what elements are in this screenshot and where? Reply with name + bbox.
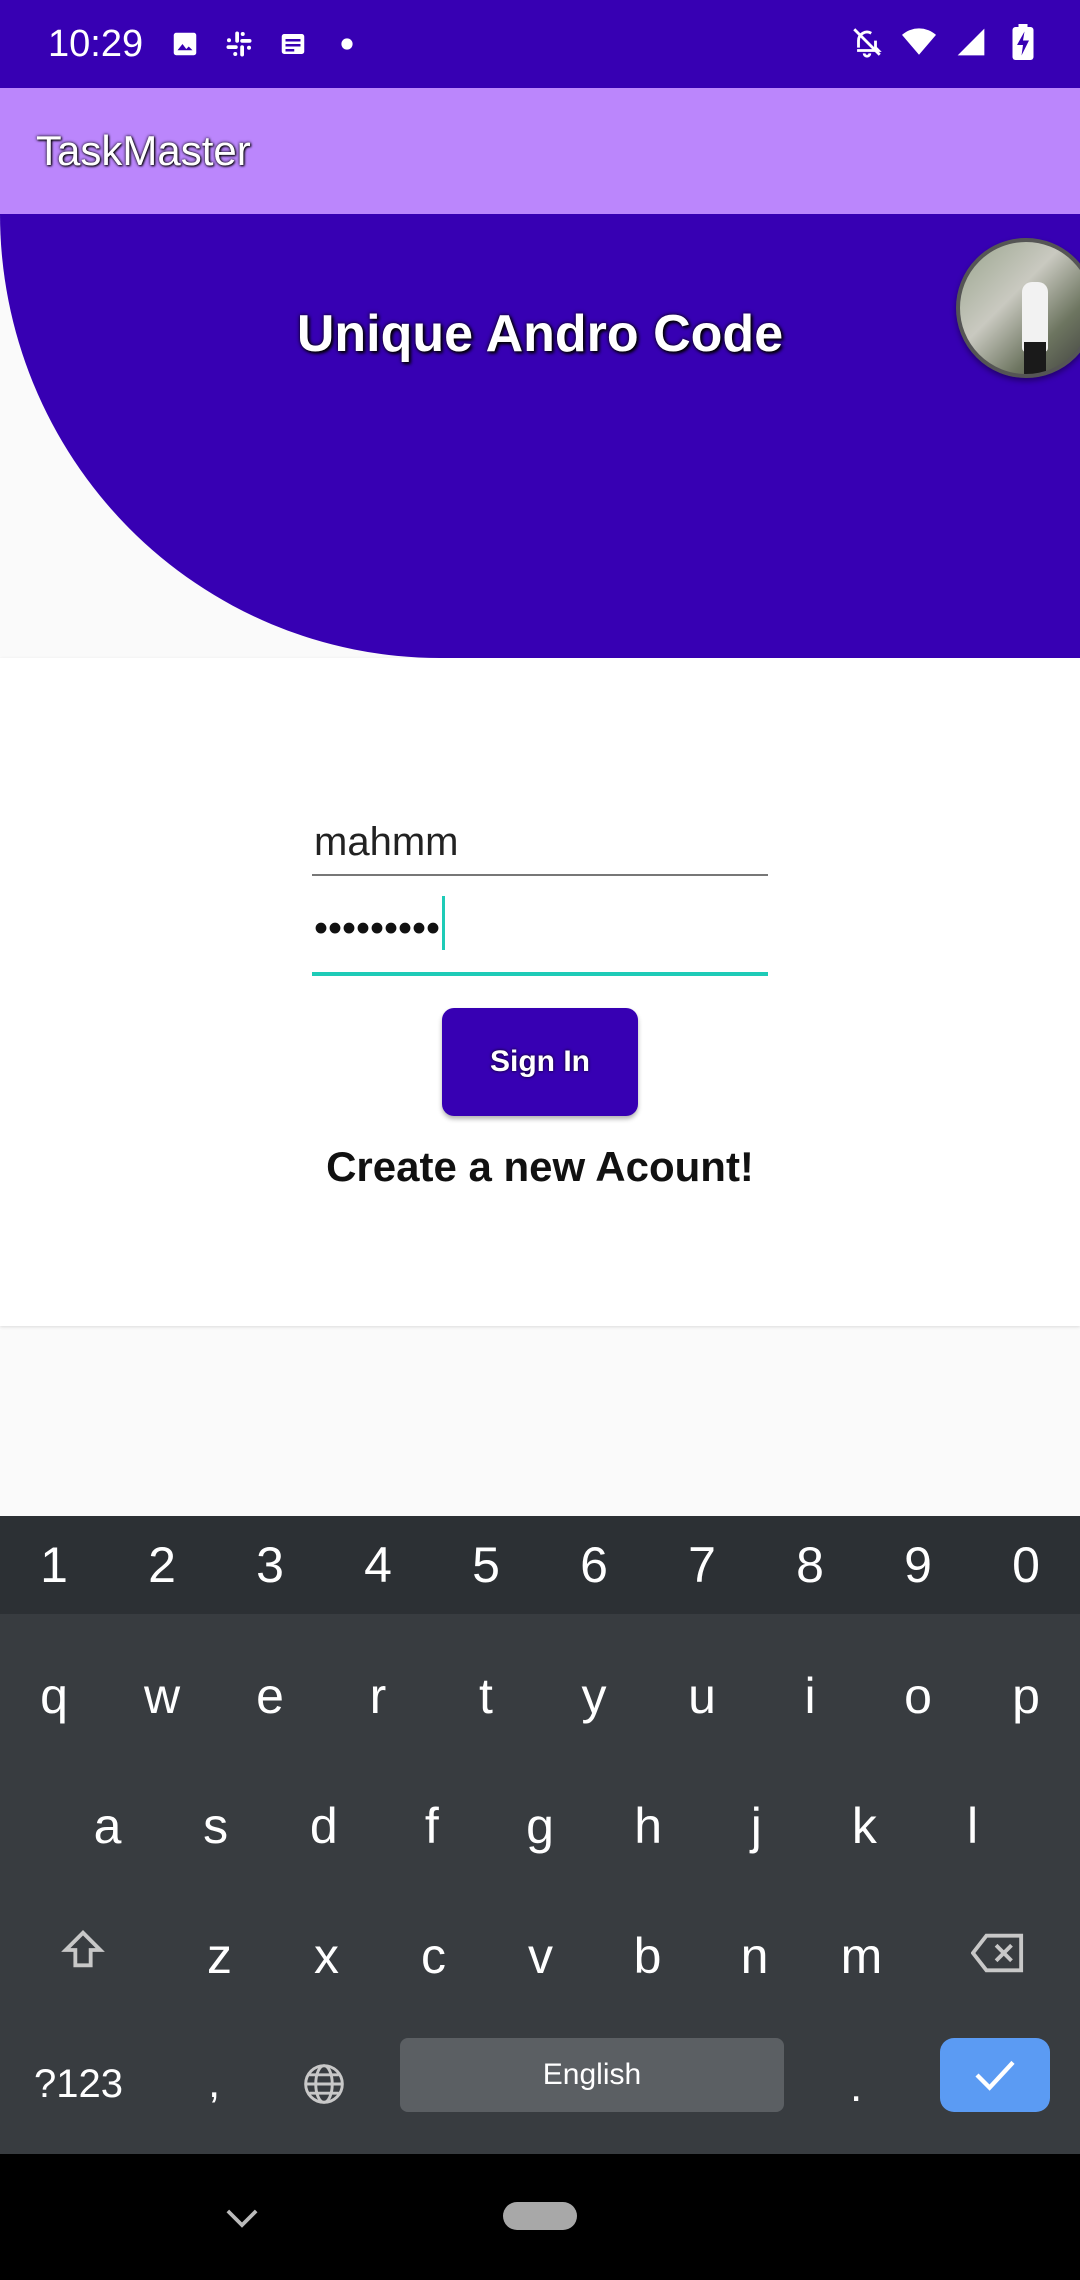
shift-icon [61,1930,105,1968]
key-h[interactable]: h [595,1796,702,1856]
key-o[interactable]: o [865,1666,972,1726]
password-dots: ••••••••• [314,906,441,951]
key-5[interactable]: 5 [433,1535,540,1595]
key-7[interactable]: 7 [649,1535,756,1595]
period-key[interactable]: . [850,2062,862,2112]
key-0[interactable]: 0 [973,1535,1080,1595]
key-y[interactable]: y [541,1666,648,1726]
keyboard-number-row: 1 2 3 4 5 6 7 8 9 0 [0,1516,1080,1614]
create-account-link[interactable]: Create a new Acount! [0,1142,1080,1192]
key-3[interactable]: 3 [217,1535,324,1595]
comma-key[interactable]: , [208,2058,220,2108]
header-curve [0,214,1080,658]
key-v[interactable]: v [487,1926,594,1986]
key-9[interactable]: 9 [865,1535,972,1595]
backspace-icon [969,1933,1023,1973]
status-time: 10:29 [48,23,144,65]
image-icon [168,26,202,62]
symbols-key[interactable]: ?123 [34,2062,123,2107]
slack-icon [222,26,256,62]
language-globe-key[interactable] [302,2062,346,2111]
key-1[interactable]: 1 [1,1535,108,1595]
text-caret [442,896,446,950]
key-a[interactable]: a [54,1796,161,1856]
key-z[interactable]: z [166,1926,273,1986]
key-8[interactable]: 8 [757,1535,864,1595]
system-icons [850,24,1040,60]
wifi-icon [902,24,936,60]
key-r[interactable]: r [325,1666,432,1726]
username-field[interactable]: mahmm [312,806,768,876]
space-key[interactable]: English [400,2038,784,2112]
header-title: Unique Andro Code [296,305,784,363]
key-n[interactable]: n [701,1926,808,1986]
key-q[interactable]: q [1,1666,108,1726]
key-2[interactable]: 2 [109,1535,216,1595]
key-b[interactable]: b [594,1926,701,1986]
navigation-bar [0,2154,1080,2280]
checkmark-icon [975,2060,1015,2091]
signal-icon [954,24,988,60]
username-value: mahmm [314,820,459,864]
login-card: mahmm ••••••••• Sign In Create a new Aco… [0,658,1080,1326]
notification-icons [168,26,364,62]
key-d[interactable]: d [270,1796,377,1856]
key-e[interactable]: e [217,1666,324,1726]
soft-keyboard: 1 2 3 4 5 6 7 8 9 0 q w e r t y u i o p … [0,1516,1080,2154]
dot-icon [330,26,364,62]
globe-icon [304,2064,344,2104]
password-value: ••••••••• [314,896,446,958]
status-bar: 10:29 [0,0,1080,88]
nav-back-button[interactable] [222,2198,262,2238]
keyboard-row-zxcv: z x c v b n m [0,1906,1080,2006]
app-bar: TaskMaster [0,88,1080,214]
key-x[interactable]: x [273,1926,380,1986]
key-f[interactable]: f [378,1796,485,1856]
key-c[interactable]: c [380,1926,487,1986]
header-banner: Unique Andro Code [0,214,1080,658]
app-title: TaskMaster [36,127,251,174]
key-6[interactable]: 6 [541,1535,648,1595]
battery-charging-icon [1006,24,1040,60]
key-u[interactable]: u [649,1666,756,1726]
keyboard-row-qwerty: q w e r t y u i o p [0,1646,1080,1746]
key-l[interactable]: l [919,1796,1026,1856]
nav-home-pill[interactable] [503,2202,577,2230]
shift-key[interactable] [0,1926,166,1986]
sign-in-button[interactable]: Sign In [442,1008,638,1116]
key-w[interactable]: w [109,1666,216,1726]
key-4[interactable]: 4 [325,1535,432,1595]
key-i[interactable]: i [757,1666,864,1726]
news-icon [276,26,310,62]
key-m[interactable]: m [808,1926,915,1986]
backspace-key[interactable] [915,1926,1080,1986]
keyboard-row-asdf: a s d f g h j k l [0,1776,1080,1876]
notifications-off-icon [850,24,884,60]
chevron-down-icon [226,2209,258,2228]
key-k[interactable]: k [811,1796,918,1856]
key-p[interactable]: p [973,1666,1080,1726]
done-key[interactable] [940,2038,1050,2112]
key-g[interactable]: g [487,1796,594,1856]
avatar-legs [1024,342,1046,374]
key-j[interactable]: j [703,1796,810,1856]
password-field[interactable]: ••••••••• [312,896,768,976]
key-t[interactable]: t [433,1666,540,1726]
key-s[interactable]: s [162,1796,269,1856]
